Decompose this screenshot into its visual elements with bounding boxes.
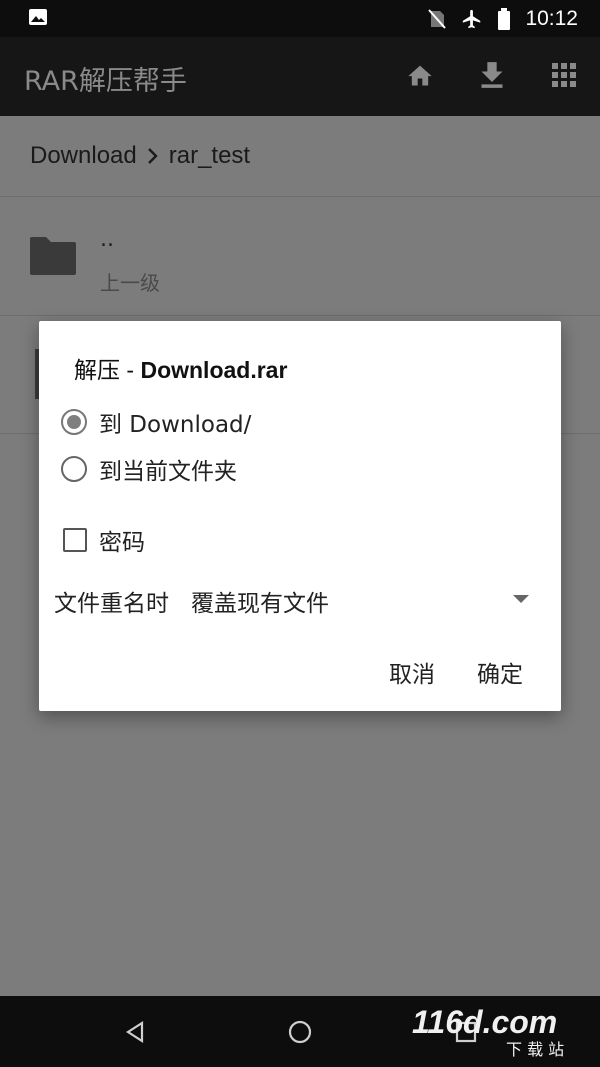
watermark-sub: 下 载 站	[506, 1040, 565, 1059]
confirm-button[interactable]: 确定	[477, 655, 523, 689]
back-icon[interactable]	[121, 1018, 149, 1046]
list-item[interactable]: .. 上一级	[0, 197, 600, 315]
extract-dialog: 解压 - Download.rar 到 Download/ 到当前文件夹 密码 …	[39, 321, 561, 711]
dialog-title-file: Download.rar	[140, 357, 288, 383]
breadcrumb-current: rar_test	[168, 142, 251, 169]
rename-label: 文件重名时	[54, 591, 169, 617]
radio-label: 到 Download/	[99, 412, 252, 438]
divider	[0, 315, 600, 316]
watermark-logo: 116d.com 下 载 站	[408, 1002, 588, 1060]
chevron-right-icon	[147, 148, 158, 164]
radio-extract-to-current[interactable]: 到当前文件夹	[61, 452, 237, 486]
battery-icon	[498, 7, 511, 30]
list-item-sub: 上一级	[100, 271, 160, 295]
airplane-icon	[463, 9, 481, 28]
app-bar: RAR解压帮手	[0, 37, 600, 116]
checkbox-icon[interactable]	[63, 528, 87, 552]
folder-icon	[30, 237, 76, 275]
radio-unchecked-icon[interactable]	[61, 456, 87, 482]
rename-select[interactable]: 覆盖现有文件	[191, 584, 329, 618]
list-item-name: ..	[100, 227, 114, 252]
status-time: 10:12	[525, 6, 578, 30]
radio-label: 到当前文件夹	[99, 459, 237, 485]
cancel-button[interactable]: 取消	[389, 655, 435, 689]
password-label: 密码	[99, 530, 145, 556]
breadcrumb: Download rar_test	[30, 142, 250, 170]
dialog-title: 解压 - Download.rar	[74, 351, 287, 385]
dialog-title-prefix: 解压 -	[74, 357, 141, 383]
password-checkbox[interactable]: 密码	[63, 523, 145, 557]
app-title: RAR解压帮手	[24, 66, 187, 97]
no-sim-icon	[428, 8, 447, 29]
image-icon	[29, 9, 47, 25]
home-nav-icon[interactable]	[286, 1018, 314, 1046]
nav-bar: 116d.com 下 载 站	[0, 996, 600, 1067]
radio-checked-icon[interactable]	[61, 409, 87, 435]
grid-icon[interactable]	[550, 61, 578, 89]
status-bar: 10:12	[0, 0, 600, 37]
breadcrumb-root[interactable]: Download	[30, 142, 137, 170]
radio-extract-to-download[interactable]: 到 Download/	[61, 405, 251, 439]
home-icon[interactable]	[406, 61, 434, 89]
rename-row: 文件重名时 覆盖现有文件	[54, 583, 529, 619]
dropdown-arrow-icon[interactable]	[513, 595, 529, 603]
download-icon[interactable]	[478, 61, 506, 89]
